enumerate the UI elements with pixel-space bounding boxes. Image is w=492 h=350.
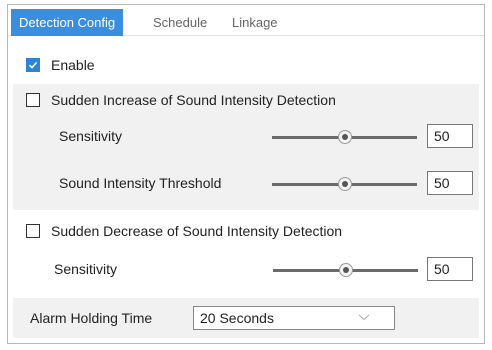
enable-checkbox[interactable] [26, 58, 40, 72]
tab-detection-config[interactable]: Detection Config [11, 9, 124, 36]
alarm-holding-panel: Alarm Holding Time 20 Seconds [13, 298, 479, 338]
alarm-holding-label: Alarm Holding Time [30, 310, 153, 326]
increase-sensitivity-label: Sensitivity [59, 128, 123, 144]
slider-handle[interactable] [339, 263, 353, 277]
slider-handle[interactable] [338, 177, 352, 191]
tab-linkage[interactable]: Linkage [224, 9, 286, 36]
enable-label: Enable [51, 57, 95, 73]
decrease-detection-checkbox[interactable] [26, 224, 40, 238]
decrease-sensitivity-slider[interactable] [273, 263, 418, 277]
chevron-down-icon [358, 314, 370, 321]
checkmark-icon [28, 61, 38, 69]
decrease-row: Sudden Decrease of Sound Intensity Detec… [8, 221, 484, 241]
decrease-detection-label: Sudden Decrease of Sound Intensity Detec… [51, 223, 343, 239]
sound-threshold-input[interactable]: 50 [427, 171, 473, 195]
decrease-sensitivity-label: Sensitivity [54, 261, 118, 277]
tab-schedule[interactable]: Schedule [145, 9, 215, 36]
alarm-holding-value: 20 Seconds [200, 310, 274, 326]
slider-handle[interactable] [338, 130, 352, 144]
detection-config-window: Detection Config Schedule Linkage Enable… [7, 4, 485, 344]
increase-detection-label: Sudden Increase of Sound Intensity Detec… [51, 92, 336, 108]
increase-sensitivity-slider[interactable] [272, 130, 417, 144]
decrease-sensitivity-input[interactable]: 50 [427, 257, 473, 281]
increase-detection-checkbox[interactable] [26, 93, 40, 107]
alarm-holding-select[interactable]: 20 Seconds [193, 306, 395, 330]
sound-threshold-label: Sound Intensity Threshold [59, 175, 222, 191]
increase-row: Sudden Increase of Sound Intensity Detec… [8, 90, 474, 110]
increase-panel: Sudden Increase of Sound Intensity Detec… [13, 84, 479, 210]
sound-threshold-slider[interactable] [272, 177, 417, 191]
tab-bar: Detection Config Schedule Linkage [8, 5, 484, 36]
increase-sensitivity-input[interactable]: 50 [427, 124, 473, 148]
enable-row: Enable [8, 55, 484, 75]
